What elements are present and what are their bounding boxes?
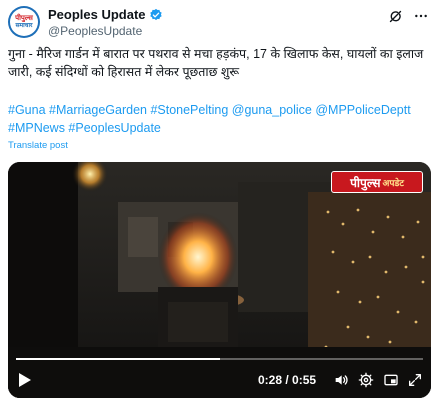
video-time: 0:28 / 0:55 — [258, 373, 317, 387]
display-name[interactable]: Peoples Update — [48, 7, 146, 22]
name-row: Peoples Update — [48, 7, 163, 22]
avatar-logo-text-2: समाचार — [15, 22, 33, 29]
brand-watermark-tag: अपडेट — [382, 177, 404, 188]
more-icon[interactable] — [413, 8, 429, 24]
brand-watermark-badge: पीपुल्स अपडेट — [331, 171, 423, 193]
avatar-logo: पीपुल्स समाचार — [10, 8, 38, 36]
post-text: गुना - मैरिज गार्डन में बारात पर पथराव स… — [8, 47, 424, 79]
grok-icon[interactable] — [387, 8, 403, 24]
handle[interactable]: @PeoplesUpdate — [48, 24, 142, 38]
brand-watermark-text: पीपुल्स — [350, 175, 381, 190]
fullscreen-icon[interactable] — [407, 372, 423, 388]
video-progress-fill — [16, 358, 220, 360]
post-hashtags[interactable]: #Guna #MarriageGarden #StonePelting @gun… — [8, 101, 433, 137]
picture-in-picture-icon[interactable] — [383, 372, 399, 388]
post-header: पीपुल्स समाचार Peoples Update @PeoplesUp… — [8, 6, 429, 38]
avatar[interactable]: पीपुल्स समाचार — [8, 6, 40, 38]
video-player[interactable]: पीपुल्स अपडेट 0:28 / 0:55 — [8, 162, 431, 398]
avatar-logo-text-1: पीपुल्स — [15, 14, 33, 22]
video-controls: 0:28 / 0:55 — [8, 362, 431, 398]
translate-post-link[interactable]: Translate post — [8, 140, 68, 151]
verified-badge-icon — [149, 8, 162, 20]
video-progress-bar[interactable] — [16, 358, 423, 360]
play-icon[interactable] — [18, 372, 32, 388]
settings-gear-icon[interactable] — [358, 372, 374, 388]
post-actions-top — [387, 8, 429, 24]
volume-icon[interactable] — [333, 372, 349, 388]
